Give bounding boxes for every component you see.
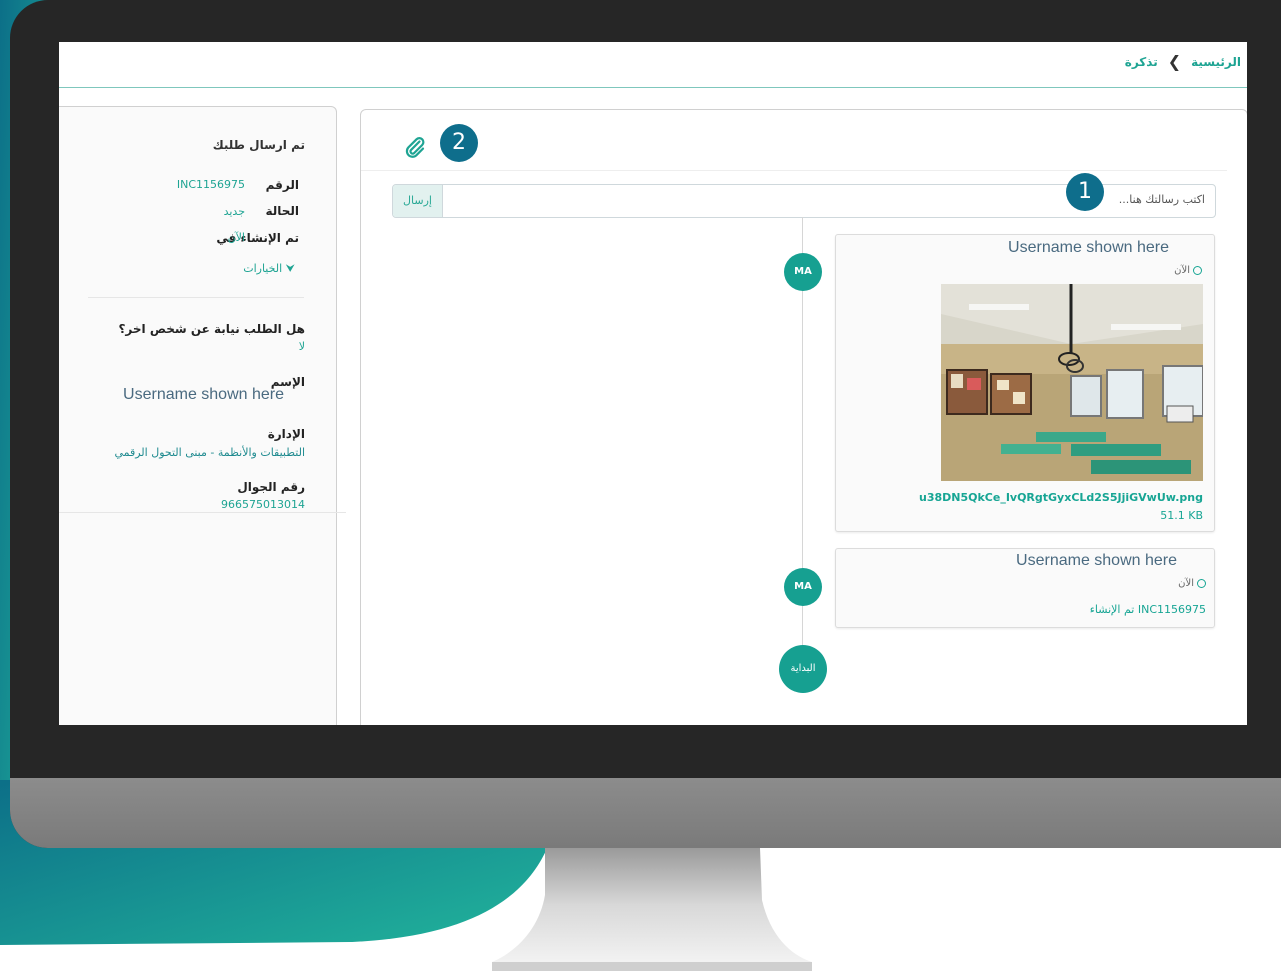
attachment-file-size: 51.1 KB <box>1160 509 1203 522</box>
message-text: INC1156975 تم الإنشاء <box>1089 603 1206 616</box>
message-username: Username shown here <box>1008 239 1169 256</box>
avatar: MA <box>784 253 822 291</box>
mobile-label: رقم الجوال <box>237 480 305 494</box>
request-submitted-title: تم ارسال طلبك <box>212 138 305 152</box>
callout-badge-2: 2 <box>440 124 478 162</box>
status-value: جديد <box>223 205 245 218</box>
attachment-image-thumbnail[interactable] <box>941 284 1203 481</box>
message-timestamp: الآن <box>1174 265 1202 276</box>
timeline-start-marker: البداية <box>779 645 827 693</box>
callout-badge-1: 1 <box>1066 173 1104 211</box>
department-value: التطبيقات والأنظمة - مبنى التحول الرقمي <box>114 446 305 459</box>
clock-icon <box>1197 579 1206 588</box>
chevron-down-icon: ⮟ <box>285 262 295 275</box>
ticket-chat-panel: 2 إرسال اكتب رسالتك هنا... 1 MA Username… <box>360 109 1247 725</box>
message-card-status: Username shown here الآن INC1156975 تم ا… <box>835 548 1215 628</box>
message-input[interactable]: اكتب رسالتك هنا... <box>1119 193 1205 206</box>
app-screen: الرئيسية ❯ تذكرة 2 إرسال اكتب رسالتك هنا… <box>59 42 1247 725</box>
options-label: الخيارات <box>243 262 283 275</box>
chevron-left-icon: ❯ <box>1167 52 1182 71</box>
monitor-chin <box>10 778 1281 848</box>
on-behalf-question: هل الطلب نيابة عن شخص اخر؟ <box>118 322 305 336</box>
message-username: Username shown here <box>1016 552 1177 569</box>
message-card-attachment: Username shown here الآن u38DN5QkCe_IvQR… <box>835 234 1215 532</box>
message-timestamp: الآن <box>1178 578 1206 589</box>
options-toggle[interactable]: ⮟ الخيارات <box>243 262 295 276</box>
mobile-value: 966575013014 <box>221 498 305 511</box>
number-label: الرقم <box>265 178 299 192</box>
ticket-number: INC1156975 <box>176 178 245 191</box>
divider <box>88 297 304 298</box>
clock-icon <box>1193 266 1202 275</box>
message-input-bar: إرسال اكتب رسالتك هنا... 1 <box>392 173 1216 218</box>
paperclip-icon[interactable] <box>403 135 427 159</box>
top-bar: الرئيسية ❯ تذكرة <box>59 42 1247 88</box>
created-value: الآن <box>227 231 245 244</box>
name-value: Username shown here <box>123 386 284 403</box>
monitor-stand <box>492 848 812 971</box>
breadcrumb-current: تذكرة <box>1124 54 1158 69</box>
status-label: الحالة <box>265 204 299 218</box>
message-time: الآن <box>1174 265 1190 276</box>
attachment-toolbar: 2 <box>361 110 1227 171</box>
request-info-panel: تم ارسال طلبك الرقم INC1156975 الحالة جد… <box>59 106 346 725</box>
department-label: الإدارة <box>267 427 305 441</box>
avatar: MA <box>784 568 822 606</box>
send-button[interactable]: إرسال <box>393 185 443 217</box>
breadcrumb: الرئيسية ❯ تذكرة <box>1125 52 1241 71</box>
attachment-file-link[interactable]: u38DN5QkCe_IvQRgtGyxCLd2S5JjiGVwUw.png <box>919 491 1203 504</box>
message-time: الآن <box>1178 578 1194 589</box>
breadcrumb-home-link[interactable]: الرئيسية <box>1191 55 1241 69</box>
divider <box>59 512 346 513</box>
on-behalf-answer: لا <box>298 340 305 353</box>
